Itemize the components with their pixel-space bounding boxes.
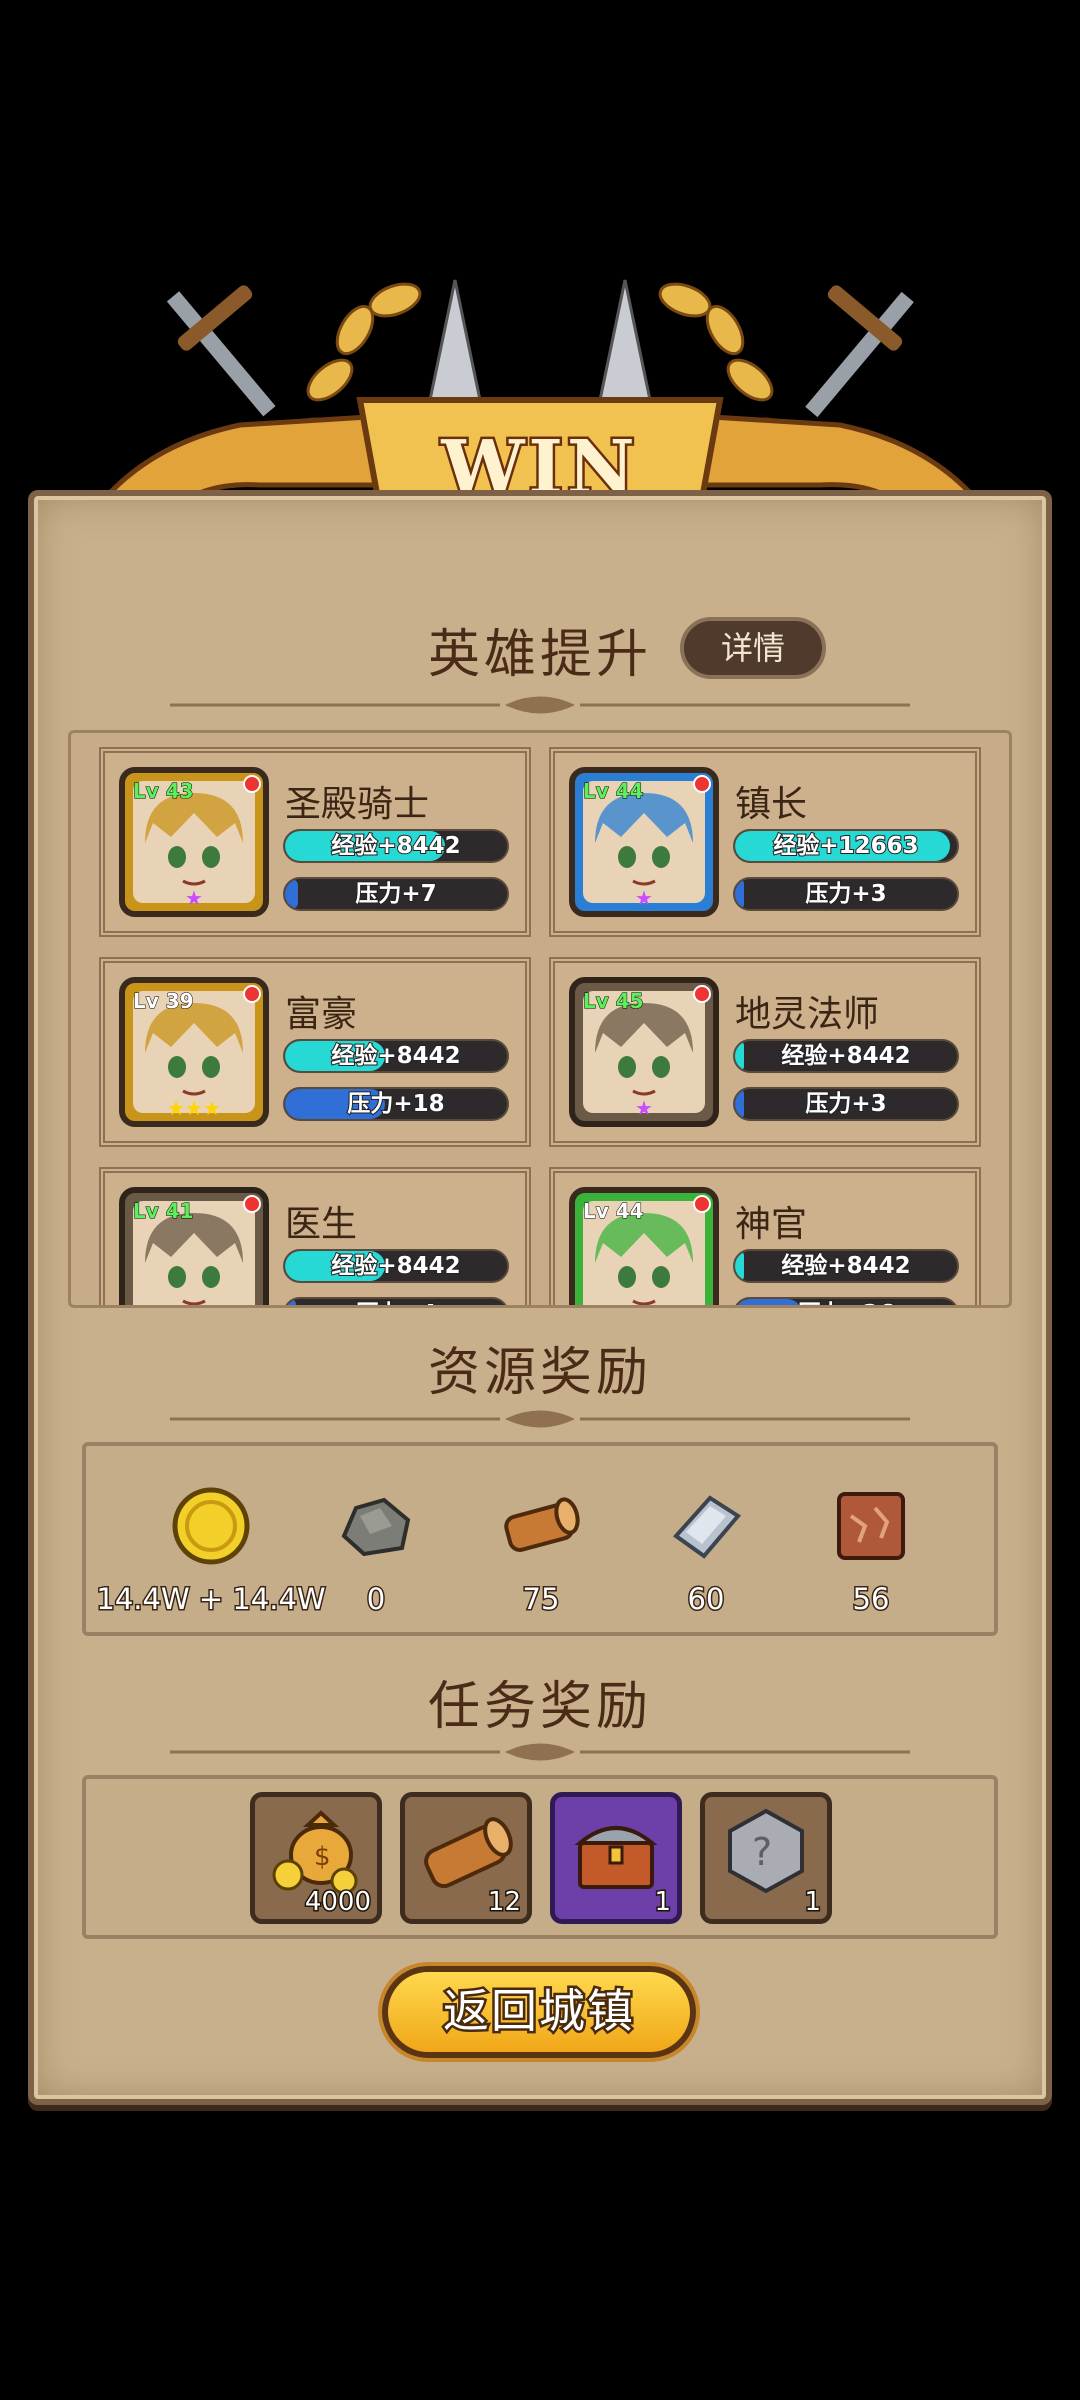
ornament-divider <box>170 1743 910 1761</box>
task-section-title: 任务奖励 <box>427 1677 652 1737</box>
notification-dot-icon <box>693 985 711 1003</box>
treasure-chest-icon <box>574 1826 658 1889</box>
pressure-bar: 压力+18 <box>283 1087 509 1121</box>
task-reward-gem[interactable]: ? 1 <box>700 1792 832 1924</box>
hero-level: Lv 44 <box>583 1199 645 1224</box>
leather-value: 56 <box>851 1581 891 1618</box>
hero-portrait: Lv 44 ★ <box>569 767 719 917</box>
ornament-divider <box>170 1410 910 1428</box>
pressure-bar: 压力+3 <box>733 877 959 911</box>
exp-bar: 经验+12663 <box>733 829 959 863</box>
hero-card[interactable]: Lv 39 ★★★ 富豪 经验+8442 压力+18 <box>99 957 531 1147</box>
task-reward-chest[interactable]: 1 <box>550 1792 682 1924</box>
notification-dot-icon <box>693 1195 711 1213</box>
money-bag-icon: $ <box>272 1810 358 1895</box>
hero-name: 镇长 <box>735 784 808 825</box>
svg-text:$: $ <box>314 1842 331 1872</box>
hero-stars: ★ <box>185 886 203 910</box>
hero-card[interactable]: Lv 43 ★ 圣殿骑士 经验+8442 压力+7 <box>99 747 531 937</box>
task-reward-wood[interactable]: 12 <box>400 1792 532 1924</box>
notification-dot-icon <box>243 985 261 1003</box>
notification-dot-icon <box>243 775 261 793</box>
hero-stars: ★ <box>635 886 653 910</box>
hero-section-title: 英雄提升 <box>427 625 652 685</box>
pressure-label: 压力+18 <box>346 1090 445 1118</box>
task-qty: 12 <box>486 1886 522 1919</box>
task-qty: 1 <box>653 1886 672 1919</box>
hero-stars: ★★★ <box>167 1096 221 1120</box>
hero-card[interactable]: Lv 45 ★ 地灵法师 经验+8442 压力+3 <box>549 957 981 1147</box>
pressure-bar: 压力+7 <box>283 877 509 911</box>
exp-label: 经验+8442 <box>330 1042 461 1070</box>
exp-bar: 经验+8442 <box>283 1039 509 1073</box>
resource-section-title: 资源奖励 <box>427 1343 652 1403</box>
pressure-label: 压力+3 <box>804 1090 887 1118</box>
exp-bar: 经验+8442 <box>283 829 509 863</box>
pressure-label: 压力+3 <box>804 880 887 908</box>
pressure-label: 压力+26 <box>735 1299 957 1305</box>
wood-log-icon <box>504 1497 580 1552</box>
wood-log-icon <box>424 1817 513 1889</box>
detail-button[interactable]: 详情 <box>680 617 826 679</box>
hero-stars: ★ <box>635 1096 653 1120</box>
hero-list[interactable]: Lv 43 ★ 圣殿骑士 经验+8442 压力+7 Lv 44 ★ 镇长 经验+… <box>68 730 1012 1308</box>
task-qty: 1 <box>803 1886 822 1919</box>
hero-level: Lv 41 <box>133 1199 195 1224</box>
hero-name: 神官 <box>735 1204 808 1245</box>
hero-card[interactable]: Lv 44 神官 经验+8442 压力+26 <box>549 1167 981 1305</box>
hero-name: 医生 <box>285 1204 358 1245</box>
hero-portrait: Lv 45 ★ <box>569 977 719 1127</box>
hero-card[interactable]: Lv 44 ★ 镇长 经验+12663 压力+3 <box>549 747 981 937</box>
exp-bar: 经验+8442 <box>733 1249 959 1283</box>
pressure-label: 压力+7 <box>354 880 437 908</box>
exp-label: 经验+12663 <box>772 832 919 860</box>
mystery-gem-icon: ? <box>728 1808 804 1894</box>
hero-card[interactable]: Lv 41 医生 经验+8442 压力+4 <box>99 1167 531 1305</box>
return-town-button[interactable]: 返回城镇 <box>382 1966 696 2058</box>
hero-level: Lv 44 <box>583 779 645 804</box>
exp-label: 经验+8442 <box>330 1252 461 1280</box>
hero-portrait: Lv 41 <box>119 1187 269 1305</box>
hero-level: Lv 43 <box>133 779 195 804</box>
hero-level: Lv 45 <box>583 989 645 1014</box>
hero-portrait: Lv 44 <box>569 1187 719 1305</box>
resource-reward-box: 14.4W + 14.4W 0 75 60 56 <box>82 1442 998 1636</box>
leather-hide-icon <box>837 1492 905 1560</box>
hero-name: 地灵法师 <box>735 994 880 1035</box>
ornament-divider <box>170 696 910 714</box>
iron-ingot-icon <box>673 1495 742 1559</box>
pressure-bar: 压力+4 <box>283 1297 509 1305</box>
pressure-bar: 压力+3 <box>733 1087 959 1121</box>
right-sword-icon <box>805 285 914 418</box>
task-qty: 4000 <box>303 1886 372 1919</box>
gold-coin-icon <box>172 1487 250 1565</box>
exp-bar: 经验+8442 <box>733 1039 959 1073</box>
task-reward-box: $ 4000 12 1 ? 1 <box>82 1775 998 1939</box>
pressure-bar: 压力+26 <box>733 1297 959 1305</box>
hero-portrait: Lv 43 ★ <box>119 767 269 917</box>
hero-name: 圣殿骑士 <box>285 784 430 825</box>
task-reward-money[interactable]: $ 4000 <box>250 1792 382 1924</box>
hero-level: Lv 39 <box>133 989 195 1014</box>
resource-leather: 56 <box>786 1446 956 1636</box>
svg-text:?: ? <box>752 1830 772 1874</box>
exp-bar: 经验+8442 <box>283 1249 509 1283</box>
hero-portrait: Lv 39 ★★★ <box>119 977 269 1127</box>
exp-label: 经验+8442 <box>330 832 461 860</box>
notification-dot-icon <box>693 775 711 793</box>
pressure-label: 压力+4 <box>285 1299 507 1305</box>
exp-label: 经验+8442 <box>780 1252 911 1280</box>
left-sword-icon <box>166 285 276 417</box>
exp-label: 经验+8442 <box>780 1042 911 1070</box>
ore-stone-icon <box>341 1497 411 1557</box>
notification-dot-icon <box>243 1195 261 1213</box>
hero-name: 富豪 <box>285 994 358 1035</box>
